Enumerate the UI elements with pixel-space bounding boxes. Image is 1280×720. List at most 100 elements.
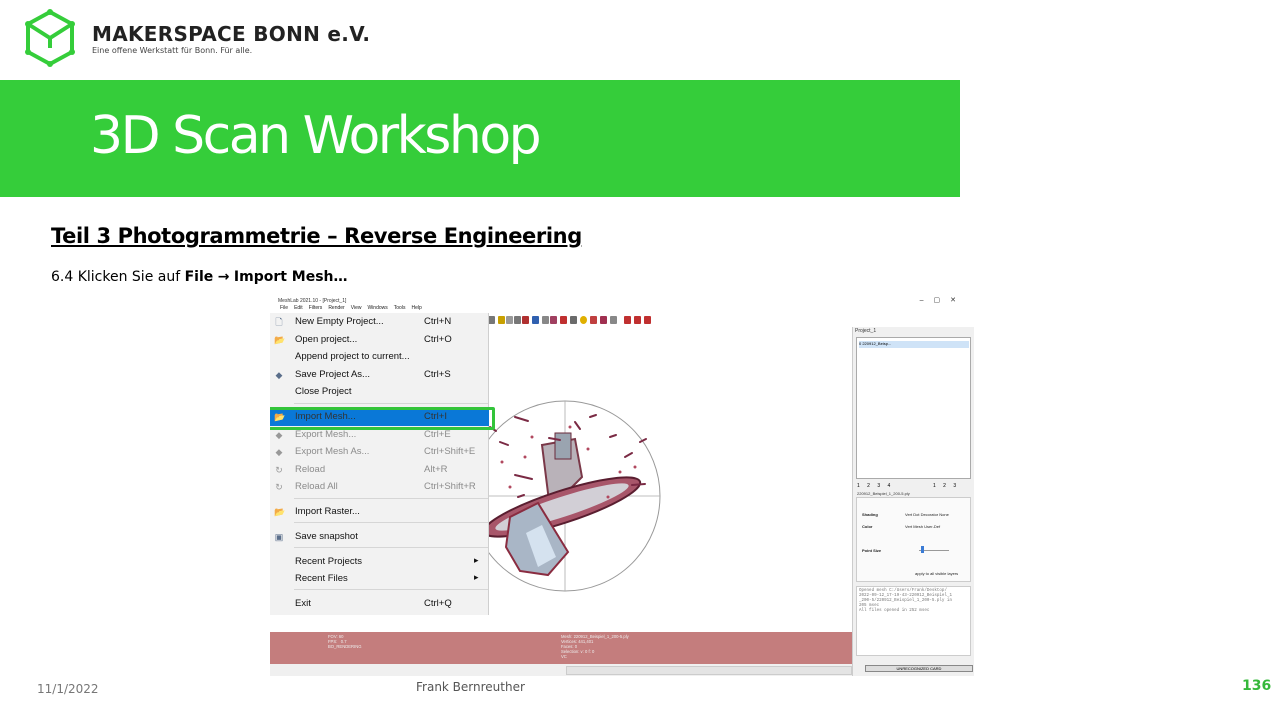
toolbar-tool-icon[interactable] — [550, 316, 557, 324]
menu-separator — [294, 403, 488, 404]
menu-item-label: Exit — [295, 598, 311, 609]
menu-item-new-empty-project[interactable]: 🗋 New Empty Project... Ctrl+N — [270, 314, 489, 331]
layer-tabs[interactable]: 1 2 3 — [933, 483, 959, 489]
toolbar-tool-icon[interactable] — [542, 316, 549, 324]
toolbar-tool-icon[interactable] — [532, 316, 539, 324]
toolbar-tool-icon[interactable] — [514, 316, 521, 324]
makerspace-cube-logo-icon — [25, 9, 75, 67]
menu-item-reload-all[interactable]: ↻ Reload All Ctrl+Shift+R — [270, 479, 489, 496]
camera-icon: ▣ — [274, 532, 284, 542]
menu-tools[interactable]: Tools — [394, 305, 406, 311]
window-controls[interactable]: –▢✕ — [920, 296, 966, 304]
toolbar-tool-icon[interactable] — [498, 316, 505, 324]
menu-item-shortcut: Ctrl+S — [424, 369, 451, 380]
new-document-icon: 🗋 — [275, 317, 283, 327]
maximize-icon[interactable]: ▢ — [934, 297, 951, 304]
toolbar-tool-icon[interactable] — [634, 316, 641, 324]
window-titlebar: MeshLab 2021.10 - [Project_1] –▢✕ — [270, 296, 974, 305]
render-info: FOV: 60 FPS: 0.7 BO_RENDERING — [328, 634, 362, 649]
brand-name: MAKERSPACE BONN e.V. — [92, 22, 371, 46]
menu-item-save-project-as[interactable]: ◆ Save Project As... Ctrl+S — [270, 367, 489, 384]
menu-separator — [294, 589, 488, 590]
menu-edit[interactable]: Edit — [294, 305, 303, 311]
layer-row[interactable]: 0 220912_Beisp... — [859, 341, 969, 348]
shading-label: Shading — [862, 512, 878, 517]
minimize-icon[interactable]: – — [920, 297, 934, 304]
menu-item-recent-projects[interactable]: Recent Projects ▸ — [270, 554, 489, 571]
step-prefix: 6.4 Klicken Sie auf — [51, 269, 185, 285]
section-heading: Teil 3 Photogrammetrie – Reverse Enginee… — [51, 224, 582, 248]
apply-all-label[interactable]: apply to all visible layers — [915, 571, 958, 576]
step-file: File — [184, 269, 214, 285]
toolbar-tool-icon[interactable] — [560, 316, 567, 324]
menu-item-shortcut: Ctrl+Shift+R — [424, 481, 476, 492]
toolbar-tool-icon[interactable] — [624, 316, 631, 324]
footer-author: Frank Bernreuther — [416, 680, 525, 694]
toolbar-tool-icon[interactable] — [580, 316, 587, 324]
layer-panel: Project_1 0 220912_Beisp... 1 2 3 4 1 2 … — [852, 327, 974, 676]
menu-item-label: Export Mesh As... — [295, 446, 370, 457]
menu-item-shortcut: Ctrl+O — [424, 334, 452, 345]
menu-file[interactable]: File — [280, 305, 288, 311]
menu-item-export-mesh-as[interactable]: ◆ Export Mesh As... Ctrl+Shift+E — [270, 444, 489, 461]
menu-item-label: Recent Projects — [295, 556, 363, 567]
menu-item-shortcut: Ctrl+E — [424, 429, 451, 440]
color-options[interactable]: Vert Mesh User-Def — [905, 524, 940, 529]
import-raster-icon: 📂 — [274, 507, 286, 517]
menu-view[interactable]: View — [351, 305, 362, 311]
menu-separator — [294, 498, 488, 499]
reload-icon: ↻ — [275, 465, 283, 475]
menu-item-open-project[interactable]: 📂 Open project... Ctrl+O — [270, 332, 489, 349]
submenu-arrow-icon: ▸ — [474, 572, 479, 582]
toolbar-tool-icon[interactable] — [522, 316, 529, 324]
export-mesh-icon: ◆ — [275, 430, 283, 440]
menu-item-save-snapshot[interactable]: ▣ Save snapshot — [270, 529, 489, 546]
slide-title: 3D Scan Workshop — [90, 106, 542, 166]
raster-tabs[interactable]: 1 2 3 4 — [857, 483, 893, 489]
toolbar-tool-icon[interactable] — [506, 316, 513, 324]
slider-handle[interactable] — [921, 546, 924, 553]
menu-item-exit[interactable]: Exit Ctrl+Q — [270, 596, 489, 613]
toolbar-tool-icon[interactable] — [600, 316, 607, 324]
shading-options[interactable]: Vert Dot Decorator None — [905, 512, 949, 517]
status-progress — [566, 666, 852, 675]
file-menu-dropdown: 🗋 New Empty Project... Ctrl+N 📂 Open project… — [270, 313, 489, 615]
toolbar-tool-icon[interactable] — [610, 316, 617, 324]
menu-item-shortcut: Ctrl+Shift+E — [424, 446, 476, 457]
layer-filename: 220912_Beispiel_1_200-5.ply — [857, 491, 910, 496]
menu-item-label: Save Project As... — [295, 369, 370, 380]
menu-render[interactable]: Render — [328, 305, 344, 311]
menu-separator — [294, 522, 488, 523]
menu-item-append-project-to-current[interactable]: Append project to current... — [270, 349, 489, 366]
toolbar-tool-icon[interactable] — [488, 316, 495, 324]
menu-separator — [294, 547, 488, 548]
window-title: MeshLab 2021.10 - [Project_1] — [278, 298, 347, 304]
mesh-info: Mesh: 220912_Beispiel_1_200-5.ply Vertic… — [561, 634, 629, 659]
menu-item-shortcut: Ctrl+N — [424, 316, 452, 327]
menu-item-reload[interactable]: ↻ Reload Alt+R — [270, 462, 489, 479]
highlight-frame — [270, 407, 495, 430]
menu-item-label: Import Raster... — [295, 506, 360, 517]
arrow-right-icon: → — [217, 269, 230, 285]
menu-item-recent-files[interactable]: Recent Files ▸ — [270, 571, 489, 588]
toolbar-tool-icon[interactable] — [570, 316, 577, 324]
menu-item-close-project[interactable]: Close Project — [270, 384, 489, 401]
menu-item-label: New Empty Project... — [295, 316, 384, 327]
menu-windows[interactable]: Windows — [367, 305, 387, 311]
viewport-info-bar: FOV: 60 FPS: 0.7 BO_RENDERING Mesh: 2209… — [270, 632, 852, 664]
submenu-arrow-icon: ▸ — [474, 555, 479, 565]
layer-list[interactable]: 0 220912_Beisp... — [856, 337, 971, 479]
toolbar-tool-icon[interactable] — [590, 316, 597, 324]
menu-item-label: Reload — [295, 464, 326, 475]
toolbar-tool-icon[interactable] — [644, 316, 651, 324]
close-icon[interactable]: ✕ — [950, 297, 966, 304]
menu-help[interactable]: Help — [411, 305, 421, 311]
log-window: Opened mesh C:/Users/Frank/Desktop/ 2022… — [856, 586, 971, 656]
step-instruction: 6.4 Klicken Sie auf File → Import Mesh… — [51, 269, 348, 285]
menu-item-import-raster[interactable]: 📂 Import Raster... — [270, 504, 489, 521]
menu-item-label: Append project to current... — [295, 351, 410, 362]
unrecognized-card-button[interactable]: UNRECOGNIZED CARD — [865, 665, 973, 672]
reload-all-icon: ↻ — [275, 482, 283, 492]
menu-filters[interactable]: Filters — [309, 305, 323, 311]
page-number: 136 — [1242, 678, 1272, 694]
